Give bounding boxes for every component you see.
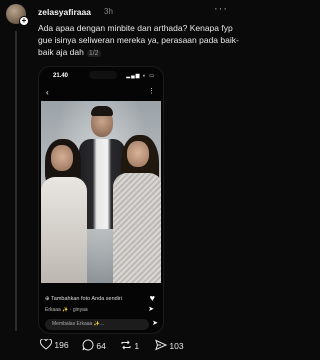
repost-icon: [121, 340, 131, 350]
repost-count: 1: [134, 341, 140, 351]
username[interactable]: zelasyafiraaa: [38, 7, 91, 17]
post-media[interactable]: 21.40 ▂▄▆ ◐ ▭ ‹ ⋮ ⊕ Tambahkan foto Anda …: [38, 66, 164, 334]
send-icon: [155, 339, 168, 351]
follow-plus-icon[interactable]: +: [19, 16, 29, 26]
caption-row: ⊕ Tambahkan foto Anda sendiri: [45, 296, 122, 302]
post-text: Ada apaa dengan minbite dan arthada? Ken…: [38, 22, 242, 60]
more-options-icon[interactable]: ···: [214, 3, 228, 15]
comment-count: 64: [96, 341, 106, 351]
share-button[interactable]: 103: [155, 339, 184, 351]
timestamp: 3h: [104, 7, 113, 16]
post-body: Ada apaa dengan minbite dan arthada? Ken…: [38, 23, 239, 57]
status-icons: ▂▄▆ ◐ ▭: [126, 73, 155, 79]
comment-icon: [82, 339, 94, 351]
tag-row: Erkaaa ✨ · ginyaa: [45, 307, 88, 313]
status-time: 21.40: [53, 73, 69, 79]
pager-badge: 1/2: [86, 50, 101, 57]
back-icon: ‹: [46, 88, 49, 97]
thread-line: [15, 31, 17, 331]
send-icon: ➤: [152, 320, 158, 327]
photo: [41, 101, 161, 283]
share-count: 103: [169, 341, 184, 351]
repost-button[interactable]: 1: [120, 339, 139, 351]
menu-icon: ⋮: [148, 88, 155, 95]
heart-icon: ♥: [149, 293, 155, 303]
share-icon: ➤: [148, 306, 154, 313]
reply-bar: Membalas Erkaaa ✨...: [45, 319, 149, 330]
heart-outline-icon: [39, 338, 53, 350]
comment-button[interactable]: 64: [82, 339, 106, 351]
like-count: 196: [54, 340, 69, 350]
notch: [89, 71, 117, 79]
like-button[interactable]: 196: [39, 338, 69, 350]
